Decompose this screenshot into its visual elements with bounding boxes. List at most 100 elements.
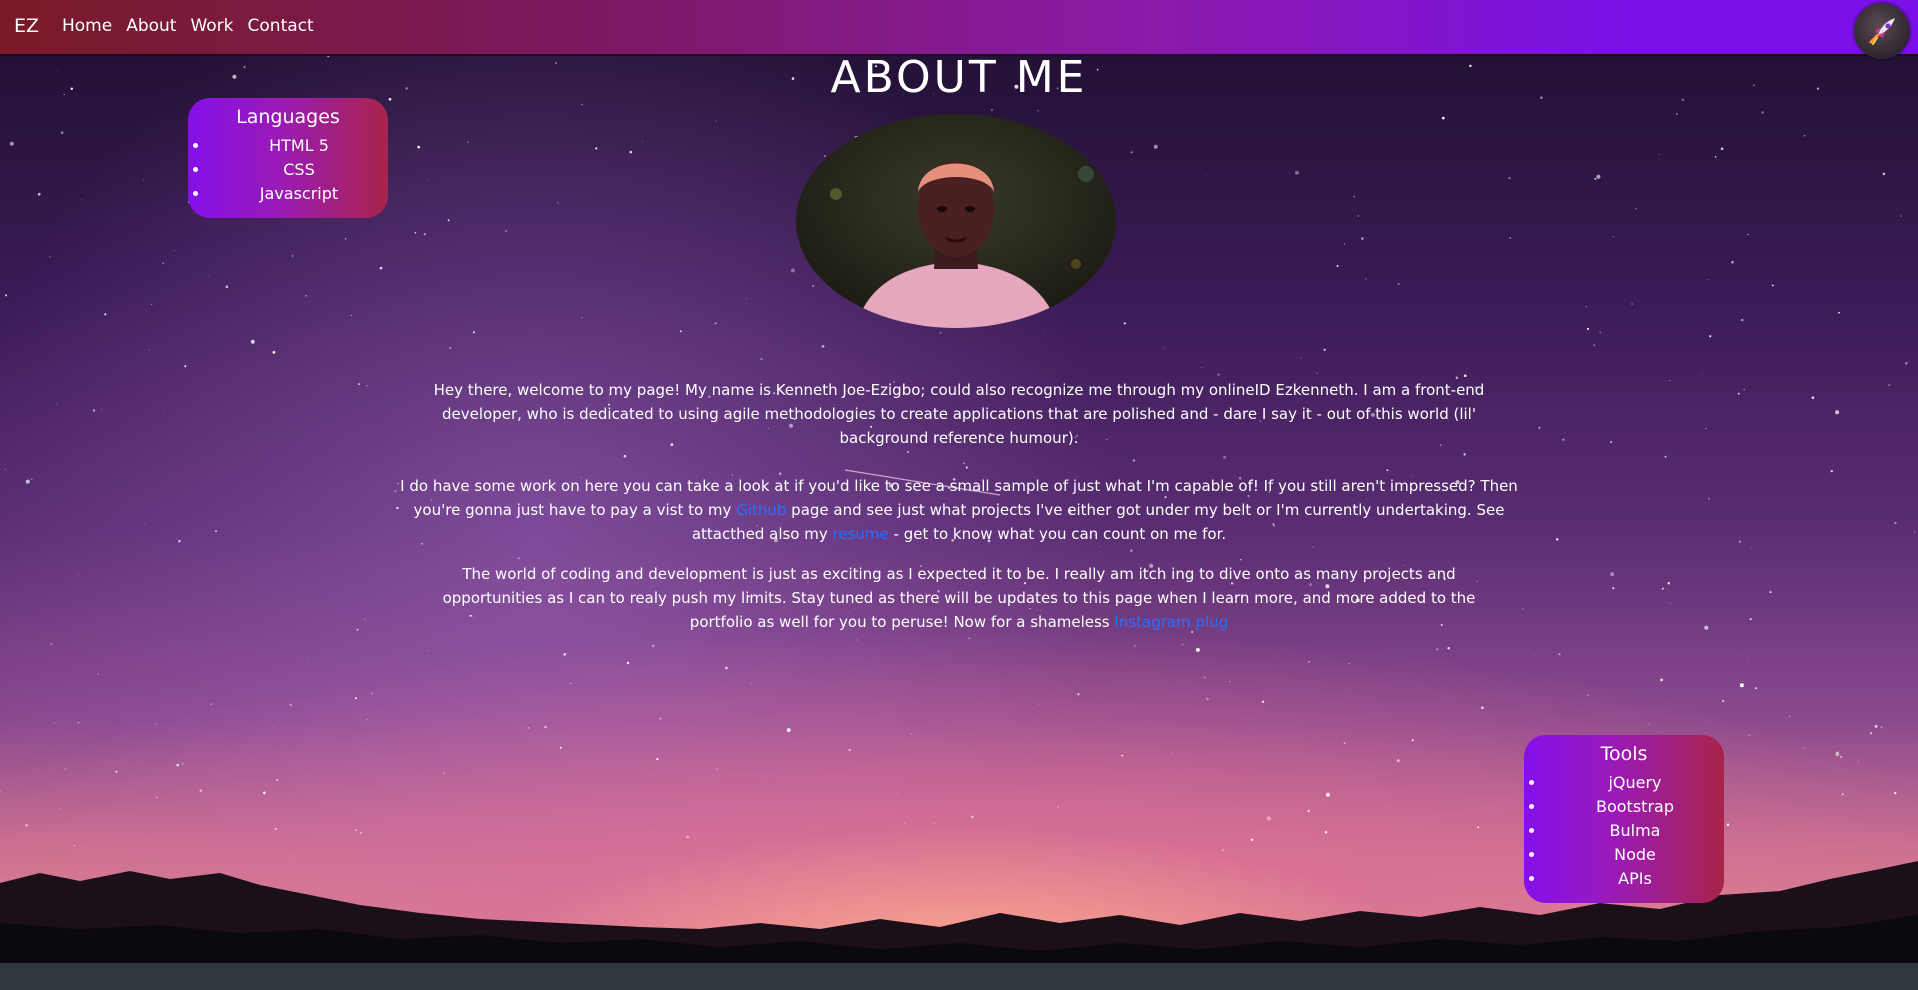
star	[1599, 331, 1601, 334]
star	[414, 231, 417, 234]
list-item: Bootstrap	[1546, 795, 1724, 819]
star	[181, 763, 184, 765]
star	[1594, 177, 1597, 180]
star	[1610, 441, 1612, 443]
rocket-button[interactable]	[1854, 3, 1910, 59]
tools-list: jQuery Bootstrap Bulma Node APIs	[1524, 771, 1724, 891]
star	[626, 661, 630, 665]
star	[1708, 498, 1710, 500]
star	[1648, 724, 1650, 726]
star	[1750, 547, 1752, 549]
star	[686, 835, 689, 839]
star	[1635, 208, 1637, 210]
star	[1631, 303, 1633, 305]
star	[1835, 410, 1840, 415]
star	[1669, 379, 1671, 381]
star	[1830, 469, 1833, 473]
star	[595, 147, 598, 150]
star	[467, 141, 469, 143]
star	[1201, 367, 1203, 369]
nav-link-work[interactable]: Work	[190, 16, 233, 36]
star	[305, 294, 307, 297]
star	[1612, 587, 1615, 590]
instagram-link[interactable]: Instagram plug	[1114, 613, 1228, 631]
star	[25, 479, 30, 484]
star	[1740, 318, 1744, 322]
star	[1463, 374, 1467, 378]
page-footer-bar	[0, 963, 1918, 990]
star	[1195, 647, 1200, 652]
star	[208, 275, 210, 276]
star	[25, 824, 28, 827]
star	[417, 145, 420, 149]
tools-card: Tools jQuery Bootstrap Bulma Node APIs	[1524, 735, 1724, 903]
star	[1811, 396, 1815, 400]
star	[1660, 678, 1663, 682]
star	[1316, 372, 1318, 374]
star	[1130, 151, 1133, 154]
brand-logo[interactable]: EZ	[14, 15, 39, 37]
star	[1738, 540, 1741, 543]
star	[1508, 176, 1511, 180]
star	[750, 683, 752, 684]
star	[1748, 734, 1750, 736]
star	[354, 697, 357, 700]
star	[1874, 725, 1878, 728]
star	[1206, 175, 1208, 176]
star	[351, 314, 353, 316]
star	[115, 770, 118, 773]
star	[1586, 694, 1589, 696]
star	[1436, 648, 1439, 651]
star	[77, 573, 79, 576]
star	[1411, 739, 1414, 742]
star	[1441, 116, 1445, 120]
star	[968, 637, 970, 640]
list-item: Node	[1546, 843, 1724, 867]
star	[1749, 618, 1752, 621]
star	[1343, 742, 1346, 744]
nav-link-about[interactable]: About	[126, 16, 176, 36]
star	[824, 155, 826, 157]
star	[760, 357, 763, 361]
star	[1397, 282, 1400, 286]
nav-link-contact[interactable]: Contact	[248, 16, 314, 36]
list-item: Javascript	[210, 182, 388, 206]
star	[443, 772, 445, 774]
star	[1702, 373, 1704, 375]
star	[396, 506, 399, 510]
star	[1229, 681, 1231, 683]
star	[1754, 687, 1758, 690]
star	[1705, 428, 1707, 430]
star	[1596, 174, 1601, 179]
languages-list: HTML 5 CSS Javascript	[188, 134, 388, 206]
star	[50, 643, 53, 646]
star	[272, 727, 274, 728]
star	[1714, 156, 1717, 158]
star	[59, 808, 61, 810]
star	[0, 791, 1, 793]
star	[1740, 654, 1742, 655]
star	[1163, 348, 1165, 349]
github-link[interactable]: Github	[736, 501, 786, 519]
star	[504, 230, 508, 233]
page-title: ABOUT ME	[830, 52, 1088, 103]
star	[1839, 755, 1843, 759]
resume-link[interactable]: resume	[833, 525, 889, 543]
star	[291, 795, 293, 797]
star	[971, 815, 974, 819]
star	[569, 682, 572, 685]
nav-link-home[interactable]: Home	[62, 16, 112, 36]
star	[812, 285, 815, 287]
star	[1153, 144, 1158, 149]
star	[104, 313, 107, 316]
star	[1123, 322, 1126, 325]
star	[1447, 647, 1450, 650]
star	[1731, 260, 1734, 264]
star	[1610, 572, 1615, 577]
star	[1037, 109, 1040, 112]
star	[184, 365, 187, 368]
star	[142, 179, 144, 181]
star	[714, 322, 717, 325]
star	[1900, 215, 1902, 217]
star	[1747, 660, 1749, 662]
